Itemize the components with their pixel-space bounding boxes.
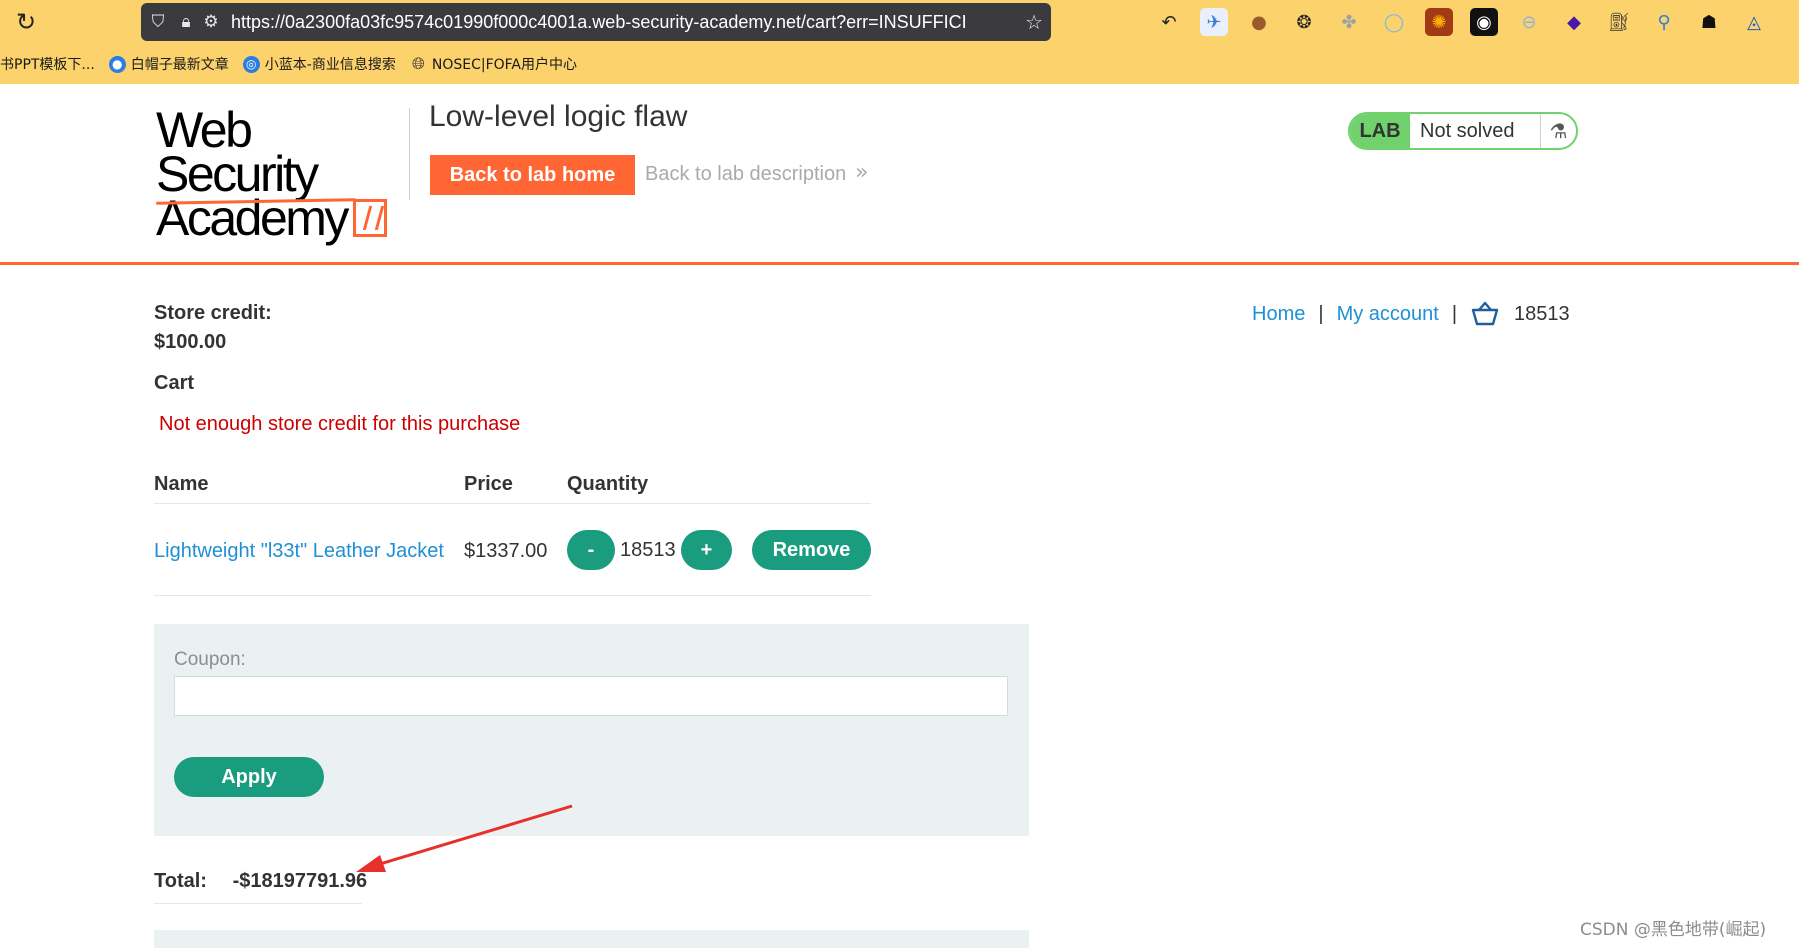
csdn-watermark: CSDN @黑色地带(崛起) [1580, 920, 1767, 940]
total-value: -$18197791.96 [232, 870, 368, 892]
bookmarks-bar: 书PPT模板下... ● 白帽子最新文章 ◎ 小蓝本-商业信息搜索 🌐︎ NOS… [0, 48, 591, 80]
cart-count: 18513 [1514, 302, 1570, 325]
lab-status-widget: LAB Not solved ⚗ [1348, 112, 1578, 150]
column-header-quantity: Quantity [567, 473, 649, 495]
bookmark-item[interactable]: 🌐︎ NOSEC|FOFA用户中心 [410, 54, 577, 74]
product-price: $1337.00 [464, 540, 548, 562]
nav-separator: | [1451, 302, 1458, 325]
place-order-panel [154, 930, 1029, 948]
total-row: Total: -$18197791.96 [154, 870, 367, 893]
pin-icon[interactable]: ⚲ [1650, 8, 1678, 36]
back-to-lab-home-button[interactable]: Back to lab home [430, 155, 635, 195]
lab-title: Low-level logic flaw [429, 100, 688, 133]
store-credit-value: $100.00 [154, 331, 227, 353]
cart-error-message: Not enough store credit for this purchas… [159, 413, 521, 435]
total-label: Total: [154, 870, 207, 892]
double-chevron-right-icon[interactable]: » [855, 160, 868, 185]
bookmark-label[interactable]: 书PPT模板下... [0, 54, 95, 74]
coupon-input[interactable] [174, 676, 1008, 716]
lab-status-text: Not solved [1420, 119, 1515, 142]
diamond-icon[interactable]: ◆ [1560, 8, 1588, 36]
puzzle-icon[interactable]: ✤ [1335, 8, 1363, 36]
web-security-academy-logo[interactable]: Web Security Academy [155, 102, 406, 243]
triangle-icon[interactable]: ◬ [1740, 8, 1768, 36]
back-to-lab-description-link[interactable]: Back to lab description [645, 163, 846, 186]
table-row-divider [154, 595, 871, 596]
bookmark-star-icon[interactable]: ☆ [1025, 10, 1043, 34]
column-header-price: Price [464, 473, 513, 495]
cookie-outline-icon[interactable]: ❂ [1290, 8, 1318, 36]
nav-separator: | [1318, 302, 1324, 325]
permissions-icon[interactable]: ⚙ [197, 12, 225, 32]
bookmark-favicon-icon: ◎ [242, 55, 260, 73]
address-bar[interactable]: ⛉ 🔒︎ ⚙ https://0a2300fa03fc9574c01990f00… [141, 3, 1051, 41]
browser-toolbar: ↻ ⛉ 🔒︎ ⚙ https://0a2300fa03fc9574c01990f… [0, 0, 1799, 84]
logo-line1: Web Security [156, 102, 319, 202]
lightning-logo-icon [352, 199, 387, 237]
table-header-divider [154, 503, 871, 504]
globe-icon: 🌐︎ [411, 54, 425, 73]
coupon-label: Coupon: [174, 649, 246, 670]
lab-header: Web Security Academy Low-level logic fla… [0, 84, 1799, 265]
increase-quantity-button[interactable]: + [681, 530, 732, 570]
undo-icon[interactable]: ↶ [1155, 8, 1183, 36]
my-account-link[interactable]: My account [1337, 303, 1439, 326]
hat-icon[interactable]: ⛽︎ [1605, 8, 1633, 36]
bookmark-label[interactable]: 小蓝本-商业信息搜索 [265, 54, 396, 74]
ring-icon[interactable]: ◯ [1380, 8, 1408, 36]
product-name-link[interactable]: Lightweight "l33t" Leather Jacket [154, 540, 444, 563]
quantity-value: 18513 [620, 539, 676, 561]
lab-badge: LAB [1350, 114, 1410, 148]
bird-icon[interactable]: ✈ [1200, 8, 1228, 36]
cookie-icon[interactable]: ● [1245, 8, 1273, 36]
total-divider [154, 903, 362, 904]
shield-icon[interactable]: ⛉ [141, 12, 175, 32]
gear-icon[interactable]: ✺ [1425, 8, 1453, 36]
spy-icon[interactable]: ☗ [1695, 8, 1723, 36]
bookmark-item[interactable]: ● 白帽子最新文章 [108, 54, 229, 74]
coupon-panel: Coupon: Apply [154, 624, 1029, 836]
bookmark-item[interactable]: ◎ 小蓝本-商业信息搜索 [242, 54, 396, 74]
cart-title: Cart [154, 372, 195, 394]
home-link[interactable]: Home [1252, 303, 1305, 326]
lock-icon[interactable]: 🔒︎ [175, 12, 197, 32]
flask-icon: ⚗ [1540, 114, 1576, 148]
apply-coupon-button[interactable]: Apply [174, 757, 324, 797]
bookmark-favicon-icon: ● [108, 55, 126, 73]
decrease-quantity-button[interactable]: - [567, 530, 615, 570]
toggle-icon[interactable]: ⊖ [1515, 8, 1543, 36]
bookmark-label[interactable]: 白帽子最新文章 [131, 54, 229, 74]
top-navigation: Home | My account | 18513 [1252, 301, 1570, 327]
bookmark-label[interactable]: NOSEC|FOFA用户中心 [432, 54, 577, 74]
column-header-name: Name [154, 473, 209, 495]
store-credit-label: Store credit: [154, 302, 272, 324]
header-divider [409, 108, 410, 200]
url-text[interactable]: https://0a2300fa03fc9574c01990f000c4001a… [231, 12, 983, 33]
mask-icon[interactable]: ◉ [1470, 8, 1498, 36]
cart-basket-icon[interactable] [1470, 301, 1500, 327]
remove-item-button[interactable]: Remove [752, 530, 871, 570]
reload-icon[interactable]: ↻ [10, 8, 42, 36]
bookmark-item[interactable]: 书PPT模板下... [0, 54, 95, 74]
extension-toolbar: ↶ ✈ ● ❂ ✤ ◯ ✺ ◉ ⊖ ◆ ⛽︎ ⚲ ☗ ◬ [1155, 8, 1768, 36]
